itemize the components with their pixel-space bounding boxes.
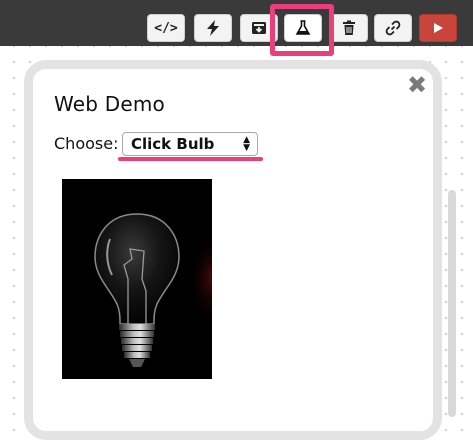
delete-button[interactable] bbox=[330, 14, 368, 42]
link-icon bbox=[385, 20, 401, 36]
light-bulb-icon bbox=[62, 179, 212, 379]
close-icon[interactable]: ✖ bbox=[402, 70, 432, 100]
bolt-icon bbox=[207, 20, 219, 36]
choose-select[interactable]: Click Bulb ▲ ▼ bbox=[122, 132, 258, 156]
choose-label: Choose: bbox=[54, 134, 119, 153]
scrollbar[interactable] bbox=[448, 190, 456, 417]
link-button[interactable] bbox=[374, 14, 412, 42]
light-bulb-image[interactable] bbox=[62, 179, 212, 379]
select-value: Click Bulb bbox=[131, 135, 215, 153]
bolt-button[interactable] bbox=[194, 14, 232, 42]
panel-title: Web Demo bbox=[54, 92, 165, 116]
trash-icon bbox=[343, 20, 355, 35]
play-button[interactable] bbox=[419, 14, 457, 42]
play-icon bbox=[434, 23, 443, 33]
code-button[interactable]: </> bbox=[147, 14, 185, 42]
top-toolbar: </> bbox=[0, 0, 473, 46]
select-highlight-underline bbox=[118, 157, 263, 161]
flask-highlight-box bbox=[270, 4, 334, 56]
select-arrows-icon: ▲ ▼ bbox=[243, 135, 250, 153]
download-box-icon bbox=[252, 22, 266, 34]
code-icon: </> bbox=[154, 20, 178, 36]
